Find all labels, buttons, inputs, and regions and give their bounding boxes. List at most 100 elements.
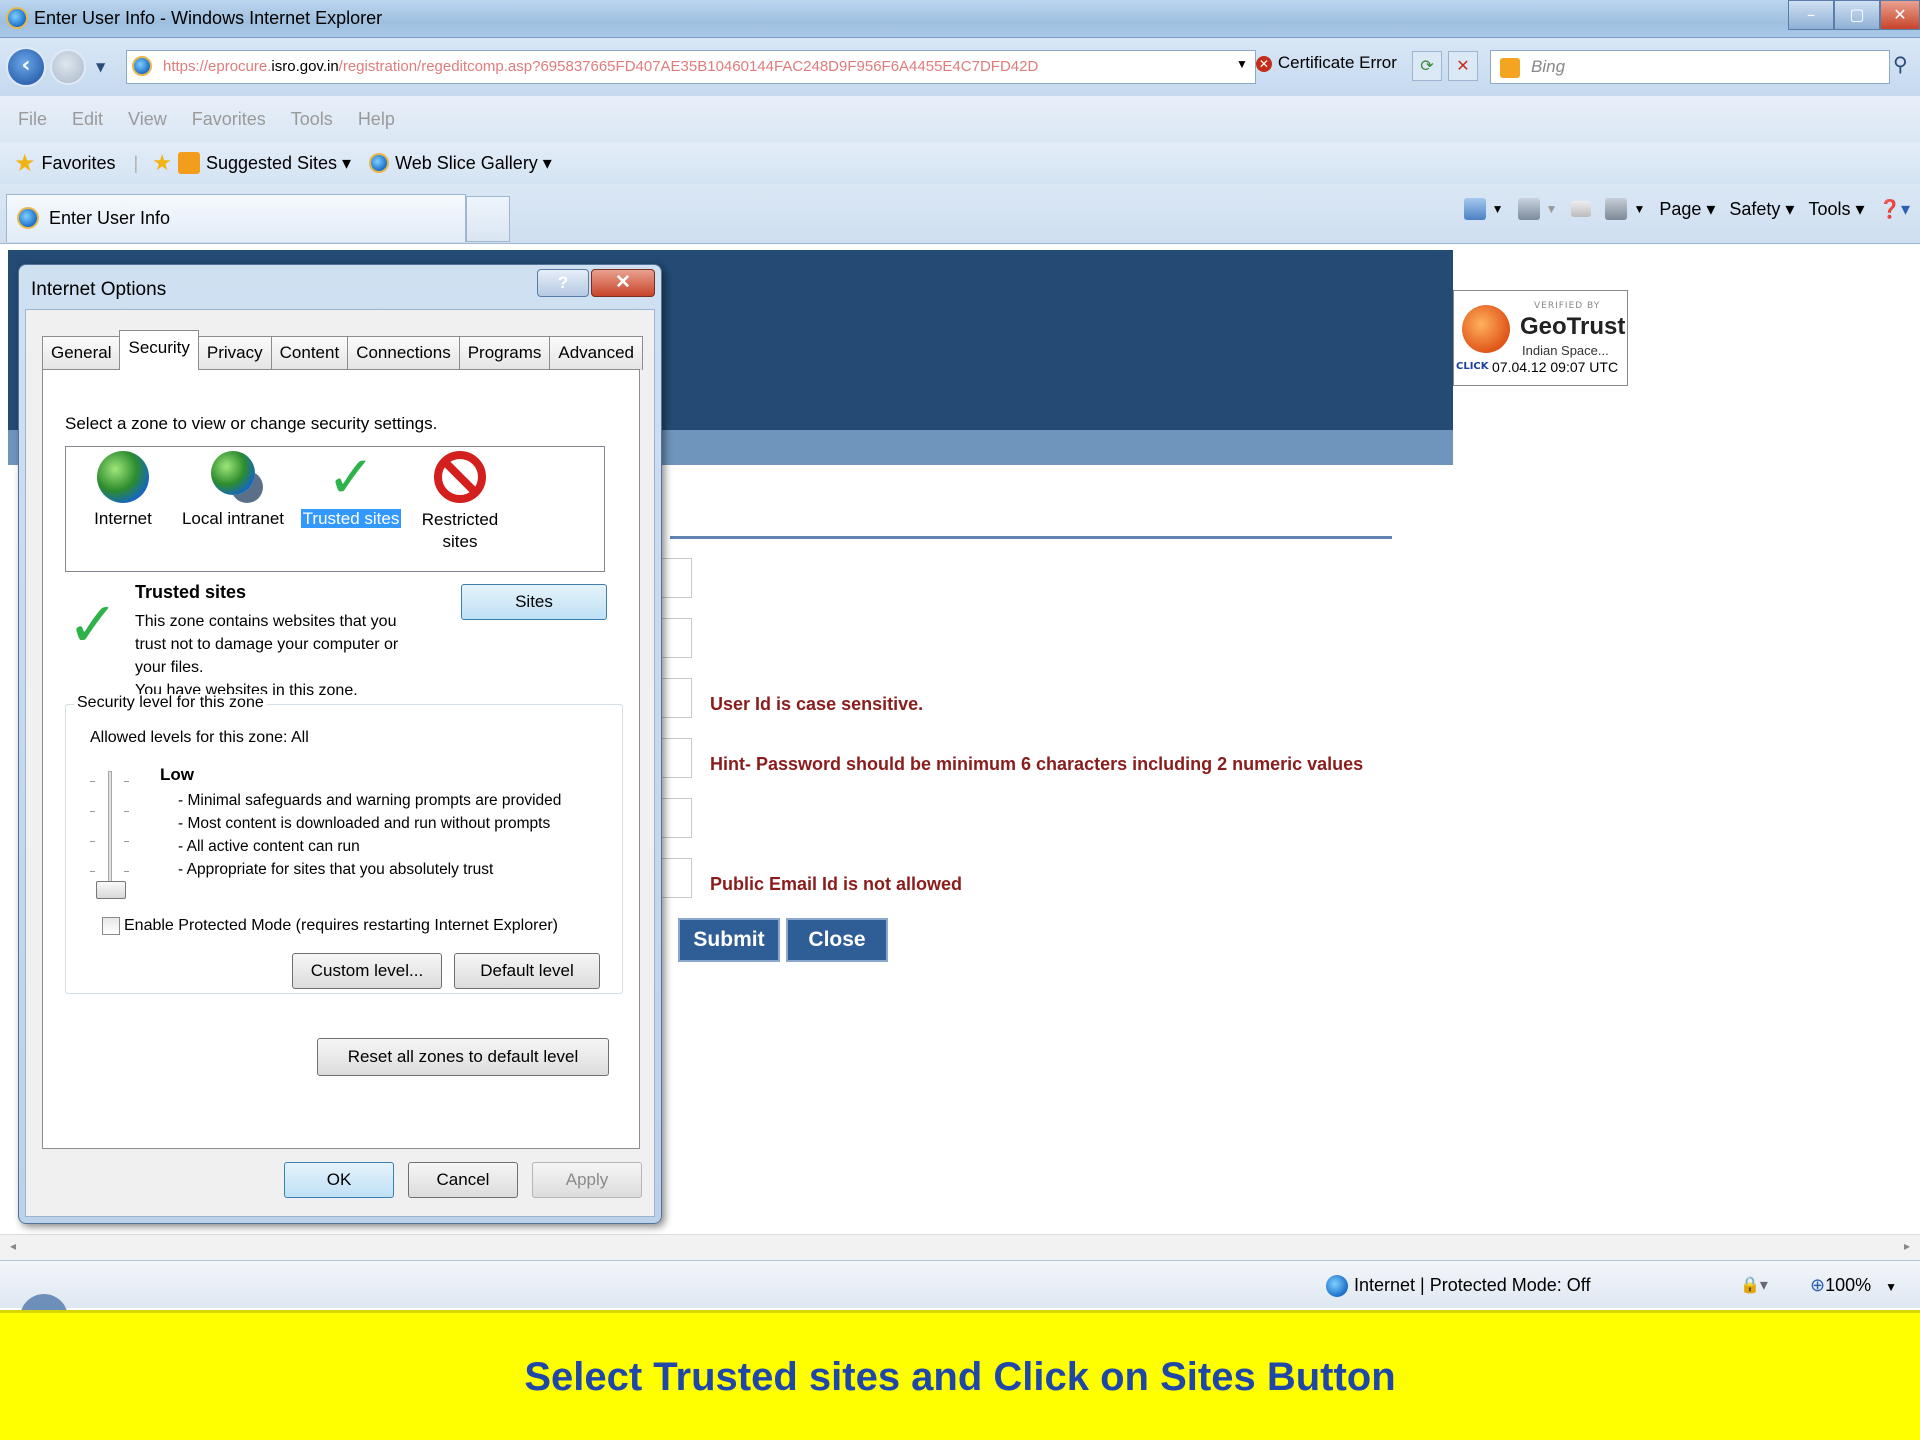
close-window-button[interactable]: ✕ bbox=[1880, 0, 1920, 30]
apply-button[interactable]: Apply bbox=[532, 1162, 642, 1198]
add-favorite-icon[interactable]: ★ bbox=[152, 150, 172, 176]
security-status-icon[interactable]: 🔒▾ bbox=[1740, 1275, 1768, 1294]
stop-icon[interactable]: ✕ bbox=[1448, 51, 1478, 81]
tab-programs[interactable]: Programs bbox=[458, 336, 551, 370]
page-icon bbox=[132, 56, 152, 76]
slider-tick bbox=[90, 811, 95, 812]
ok-button[interactable]: OK bbox=[284, 1162, 394, 1198]
favorites-button[interactable]: Favorites bbox=[42, 153, 116, 174]
email-field[interactable] bbox=[660, 858, 692, 898]
url-path: /registration/regeditcomp.asp?695837665F… bbox=[338, 58, 1039, 75]
page-close-button[interactable]: Close bbox=[786, 918, 888, 962]
horizontal-scrollbar[interactable]: ◂ ▸ bbox=[0, 1234, 1920, 1260]
caption-text: Select Trusted sites and Click on Sites … bbox=[524, 1355, 1396, 1399]
geotrust-org: Indian Space... bbox=[1522, 343, 1609, 358]
address-bar[interactable]: https://eprocure.isro.gov.in/registratio… bbox=[126, 50, 1256, 84]
geotrust-verified: VERIFIED BY bbox=[1534, 301, 1601, 311]
security-level-slider[interactable] bbox=[90, 771, 130, 901]
menu-file[interactable]: File bbox=[18, 109, 47, 130]
menu-edit[interactable]: Edit bbox=[72, 109, 103, 130]
scroll-left-icon[interactable]: ◂ bbox=[10, 1239, 16, 1253]
zone-trusted-label: Trusted sites bbox=[300, 509, 402, 528]
search-input[interactable]: Bing bbox=[1490, 50, 1890, 84]
print-dropdown-icon[interactable]: ▼ bbox=[1633, 202, 1645, 216]
safety-menu[interactable]: Safety ▾ bbox=[1729, 199, 1794, 220]
cancel-button[interactable]: Cancel bbox=[408, 1162, 518, 1198]
sites-button[interactable]: Sites bbox=[461, 584, 607, 620]
instruction-caption: Select Trusted sites and Click on Sites … bbox=[0, 1310, 1920, 1440]
home-dropdown-icon[interactable]: ▼ bbox=[1492, 202, 1504, 216]
form-field[interactable] bbox=[660, 558, 692, 598]
tab-advanced[interactable]: Advanced bbox=[549, 336, 644, 370]
scroll-right-icon[interactable]: ▸ bbox=[1904, 1239, 1910, 1253]
geotrust-seal[interactable]: VERIFIED BY GeoTrust Indian Space... CLI… bbox=[1453, 290, 1628, 386]
feeds-dropdown-icon[interactable]: ▼ bbox=[1546, 202, 1558, 216]
dialog-title: Internet Options bbox=[31, 279, 167, 300]
new-tab-button[interactable] bbox=[466, 196, 510, 242]
zone-restricted-sites[interactable]: Restricted sites bbox=[412, 451, 508, 553]
tab-general[interactable]: General bbox=[42, 336, 121, 370]
password-hint: Hint- Password should be minimum 6 chara… bbox=[710, 754, 1364, 774]
trusted-sites-large-icon: ✓ bbox=[67, 588, 119, 661]
protected-mode-row[interactable]: Enable Protected Mode (requires restarti… bbox=[102, 917, 558, 935]
menu-bar: File Edit View Favorites Tools Help bbox=[0, 96, 1920, 142]
trusted-check-icon: ✓ bbox=[326, 443, 376, 511]
form-field[interactable] bbox=[660, 798, 692, 838]
userid-field[interactable] bbox=[660, 678, 692, 718]
minimize-button[interactable]: – bbox=[1788, 0, 1834, 30]
tab-content[interactable]: Content bbox=[270, 336, 349, 370]
zoom-dropdown-icon[interactable]: ▼ bbox=[1885, 1280, 1897, 1294]
suggested-sites-link[interactable]: Suggested Sites ▾ bbox=[206, 153, 351, 174]
zone-local-intranet[interactable]: Local intranet bbox=[178, 451, 288, 529]
restricted-icon bbox=[434, 451, 486, 503]
print-icon[interactable] bbox=[1605, 198, 1628, 220]
menu-favorites[interactable]: Favorites bbox=[192, 109, 266, 130]
zoom-icon: ⊕ bbox=[1810, 1275, 1826, 1295]
tools-menu[interactable]: Tools ▾ bbox=[1808, 199, 1864, 220]
status-text: Internet | Protected Mode: Off bbox=[1354, 1275, 1591, 1295]
mail-icon[interactable] bbox=[1571, 201, 1592, 217]
window-title: Enter User Info - Windows Internet Explo… bbox=[34, 8, 383, 28]
tab-security[interactable]: Security bbox=[119, 330, 199, 370]
history-dropdown-icon[interactable]: ▼ bbox=[96, 60, 105, 74]
zone-description: This zone contains websites that you tru… bbox=[135, 610, 398, 702]
window-titlebar: Enter User Info - Windows Internet Explo… bbox=[0, 0, 1920, 38]
level-point: - Minimal safeguards and warning prompts… bbox=[178, 792, 562, 809]
web-slice-gallery-link[interactable]: Web Slice Gallery ▾ bbox=[395, 153, 552, 174]
protected-mode-checkbox[interactable] bbox=[102, 917, 120, 935]
certificate-error-button[interactable]: ▼ ✕ Certificate Error bbox=[1236, 53, 1397, 73]
status-bar: Internet | Protected Mode: Off 🔒▾ ⊕100% ▼ bbox=[0, 1260, 1920, 1308]
zoom-level[interactable]: ⊕100% ▼ bbox=[1810, 1275, 1897, 1296]
status-zone[interactable]: Internet | Protected Mode: Off bbox=[1326, 1275, 1591, 1298]
submit-button[interactable]: Submit bbox=[678, 918, 780, 962]
dialog-close-button[interactable]: ✕ bbox=[591, 269, 655, 297]
zone-internet[interactable]: Internet bbox=[78, 451, 168, 529]
level-point: - All active content can run bbox=[178, 838, 360, 855]
page-menu[interactable]: Page ▾ bbox=[1659, 199, 1715, 220]
refresh-icon[interactable]: ⟳ bbox=[1412, 51, 1442, 81]
search-icon[interactable]: ⚲ bbox=[1893, 52, 1908, 76]
feeds-icon[interactable] bbox=[1517, 198, 1540, 220]
default-level-button[interactable]: Default level bbox=[454, 953, 600, 989]
help-menu-icon[interactable]: ❓▾ bbox=[1879, 199, 1910, 220]
menu-view[interactable]: View bbox=[128, 109, 167, 130]
back-button[interactable]: ‹ bbox=[6, 47, 46, 87]
maximize-button[interactable]: ▢ bbox=[1834, 0, 1880, 30]
ie-logo-icon bbox=[6, 7, 28, 29]
custom-level-button[interactable]: Custom level... bbox=[292, 953, 442, 989]
password-field[interactable] bbox=[660, 738, 692, 778]
zone-restricted-label: Restricted sites bbox=[421, 510, 499, 551]
home-icon[interactable] bbox=[1463, 198, 1486, 220]
slider-thumb[interactable] bbox=[96, 881, 126, 899]
menu-tools[interactable]: Tools bbox=[291, 109, 333, 130]
reset-all-zones-button[interactable]: Reset all zones to default level bbox=[317, 1038, 609, 1076]
browser-tab[interactable]: Enter User Info bbox=[6, 194, 466, 242]
forward-button[interactable] bbox=[50, 49, 86, 85]
tab-privacy[interactable]: Privacy bbox=[197, 336, 272, 370]
zone-trusted-sites[interactable]: ✓ Trusted sites bbox=[298, 443, 404, 529]
menu-help[interactable]: Help bbox=[358, 109, 395, 130]
cert-error-label: Certificate Error bbox=[1277, 53, 1397, 72]
form-field[interactable] bbox=[660, 618, 692, 658]
tab-connections[interactable]: Connections bbox=[347, 336, 460, 370]
dialog-help-button[interactable]: ? bbox=[537, 269, 589, 297]
